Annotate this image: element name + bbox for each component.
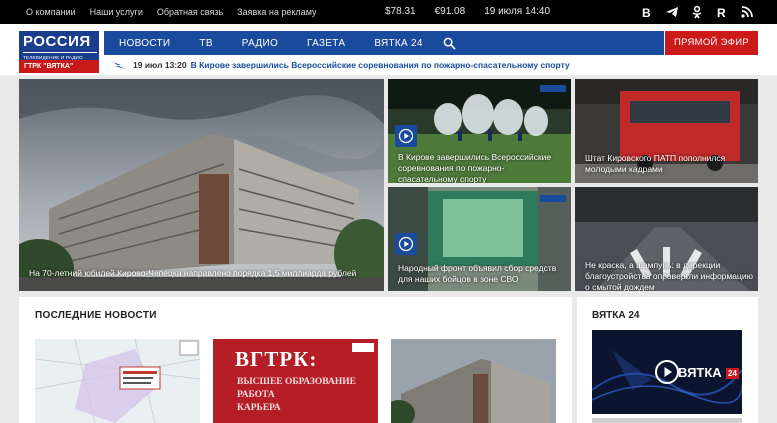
- tile-4-caption[interactable]: Не краска, а шампунь: в дирекции благоус…: [585, 260, 753, 291]
- top-links: О компании Наши услуги Обратная связь За…: [26, 7, 330, 17]
- hero-news-tile[interactable]: На 70-летний юбилей Кирово-Чепецка напра…: [19, 79, 384, 291]
- tile-2-caption[interactable]: Штат Кировского ПАТП пополнился молодыми…: [585, 153, 750, 175]
- telegram-icon[interactable]: [665, 5, 679, 19]
- ticker-arrow-icon: [113, 62, 125, 69]
- link-services[interactable]: Наши услуги: [90, 7, 143, 17]
- nav-tv[interactable]: ТВ: [199, 38, 212, 49]
- tile-3-caption[interactable]: Народный фронт объявил сбор средств для …: [398, 263, 566, 285]
- ticker-time: 19 июл 13:20: [133, 60, 187, 70]
- play-button[interactable]: [395, 125, 417, 147]
- latest-news-section: ПОСЛЕДНИЕ НОВОСТИ ВГТРК: ВЫСШЕЕ ОБРАЗОВА…: [19, 297, 572, 423]
- rutube-icon[interactable]: R: [715, 5, 729, 19]
- search-icon[interactable]: [443, 37, 456, 50]
- thumb-2-logo-badge: [352, 343, 374, 352]
- nav-newspaper[interactable]: ГАЗЕТА: [307, 38, 345, 49]
- link-feedback[interactable]: Обратная связь: [157, 7, 223, 17]
- site-logo[interactable]: РОССИЯ ТЕЛЕВИДЕНИЕ И РАДИО ГТРК "ВЯТКА": [19, 31, 99, 73]
- link-about[interactable]: О компании: [26, 7, 76, 17]
- thumb-2-line2: ВЫСШЕЕ ОБРАЗОВАНИЕ: [237, 377, 357, 387]
- latest-news-thumb-3[interactable]: [391, 339, 556, 423]
- nav-radio[interactable]: РАДИО: [242, 38, 278, 49]
- play-button[interactable]: [395, 233, 417, 255]
- vyatka24-title: ВЯТКА 24: [592, 310, 640, 321]
- vyatka24-logo-number: 24: [726, 368, 739, 379]
- svg-text:B: B: [642, 6, 651, 19]
- latest-news-thumb-2[interactable]: ВГТРК: ВЫСШЕЕ ОБРАЗОВАНИЕ РАБОТА КАРЬЕРА: [213, 339, 378, 423]
- svg-text:R: R: [717, 6, 726, 19]
- hero-image: [19, 79, 384, 291]
- rss-icon[interactable]: [740, 5, 754, 19]
- building-image: [391, 339, 556, 423]
- tile-1-caption[interactable]: В Кирове завершились Всероссийские сорев…: [398, 152, 563, 183]
- vyatka24-video[interactable]: ВЯТКА 24: [592, 330, 742, 414]
- play-button[interactable]: [655, 360, 679, 384]
- news-tile-4[interactable]: Не краска, а шампунь: в дирекции благоус…: [575, 187, 758, 291]
- logo-subtitle: ТЕЛЕВИДЕНИЕ И РАДИО: [23, 52, 97, 60]
- top-bar: О компании Наши услуги Обратная связь За…: [0, 0, 777, 24]
- logo-title: РОССИЯ: [23, 33, 91, 50]
- header: РОССИЯ ТЕЛЕВИДЕНИЕ И РАДИО ГТРК "ВЯТКА" …: [0, 24, 777, 75]
- vyatka24-section: ВЯТКА 24 ВЯТКА 24: [577, 297, 758, 423]
- live-stream-button[interactable]: ПРЯМОЙ ЭФИР: [665, 31, 758, 55]
- vk-icon[interactable]: B: [640, 5, 654, 19]
- news-tile-3[interactable]: Народный фронт объявил сбор средств для …: [388, 187, 571, 291]
- odnoklassniki-icon[interactable]: [690, 5, 704, 19]
- play-icon: [398, 236, 414, 252]
- map-image: [35, 339, 200, 423]
- latest-news-title: ПОСЛЕДНИЕ НОВОСТИ: [35, 310, 157, 321]
- news-tile-2[interactable]: Штат Кировского ПАТП пополнился молодыми…: [575, 79, 758, 183]
- news-tile-1[interactable]: В Кирове завершились Всероссийские сорев…: [388, 79, 571, 183]
- ticker-link[interactable]: В Кирове завершились Всероссийские сорев…: [191, 60, 570, 70]
- thumb-2-line1: ВГТРК:: [235, 347, 318, 371]
- play-icon: [664, 367, 672, 377]
- thumb-2-line3: РАБОТА: [237, 390, 275, 400]
- latest-news-thumb-1[interactable]: [35, 339, 200, 423]
- eur-rate: €91.08: [434, 6, 466, 17]
- social-links: B R: [640, 5, 754, 19]
- main-nav: НОВОСТИ ТВ РАДИО ГАЗЕТА ВЯТКА 24: [104, 31, 664, 55]
- currency-rates: $78.31 €91.08 19 июля 14:40: [385, 6, 569, 17]
- usd-rate: $78.31: [385, 6, 416, 17]
- news-ticker: 19 июл 13:20 В Кирове завершились Всерос…: [104, 55, 758, 75]
- nav-news[interactable]: НОВОСТИ: [119, 38, 170, 49]
- vyatka24-logo-text: ВЯТКА: [678, 365, 722, 380]
- link-advertising[interactable]: Заявка на рекламу: [237, 7, 316, 17]
- hero-caption[interactable]: На 70-летний юбилей Кирово-Чепецка напра…: [29, 268, 374, 279]
- thumb-2-line4: КАРЬЕРА: [237, 403, 281, 413]
- nav-vyatka24[interactable]: ВЯТКА 24: [374, 38, 422, 49]
- vyatka24-caption-placeholder: [592, 418, 742, 423]
- current-date: 19 июля 14:40: [484, 6, 551, 17]
- play-icon: [398, 128, 414, 144]
- logo-station: ГТРК "ВЯТКА": [19, 60, 99, 73]
